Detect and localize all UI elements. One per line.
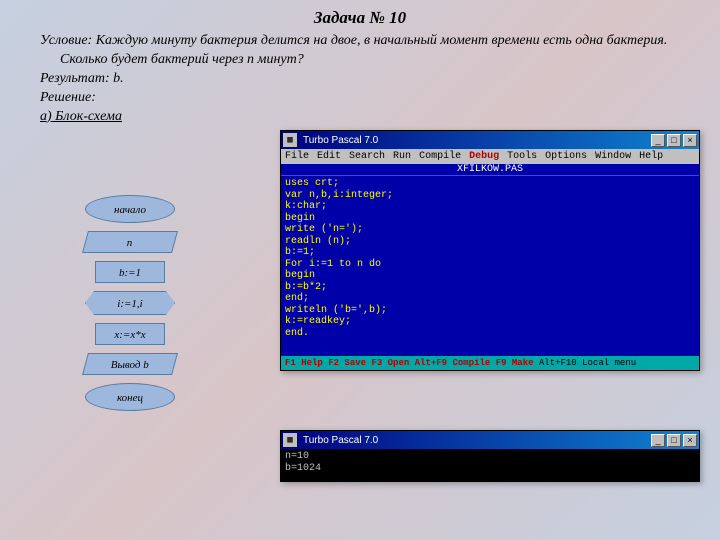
menu-search[interactable]: Search [349, 151, 385, 162]
flow-start: начало [85, 195, 175, 223]
status-local: Alt+F10 Local menu [539, 358, 636, 368]
app-icon: ▦ [283, 133, 297, 147]
flow-input: n [82, 231, 178, 253]
page-title: Задача № 10 [0, 0, 720, 32]
output-titlebar[interactable]: ▦ Turbo Pascal 7.0 _ □ × [281, 431, 699, 449]
status-make: F9 Make [496, 358, 534, 368]
statusbar: F1 Help F2 Save F3 Open Alt+F9 Compile F… [281, 356, 699, 370]
status-open: F3 Open [371, 358, 409, 368]
menu-compile[interactable]: Compile [419, 151, 461, 162]
output-window: ▦ Turbo Pascal 7.0 _ □ × n=10 b=1024 [280, 430, 700, 482]
menu-edit[interactable]: Edit [317, 151, 341, 162]
menu-file[interactable]: File [285, 151, 309, 162]
flowchart: начало n b:=1 i:=1,i x:=x*x Вывод b коне… [40, 195, 220, 419]
flow-output: Вывод b [82, 353, 178, 375]
close-button[interactable]: × [683, 434, 697, 447]
status-help: F1 Help [285, 358, 323, 368]
menu-debug[interactable]: Debug [469, 151, 499, 162]
titlebar-text: Turbo Pascal 7.0 [299, 135, 649, 146]
app-icon: ▦ [283, 433, 297, 447]
maximize-button[interactable]: □ [667, 134, 681, 147]
close-button[interactable]: × [683, 134, 697, 147]
flow-end: конец [85, 383, 175, 411]
status-save: F2 Save [328, 358, 366, 368]
status-compile: Alt+F9 Compile [415, 358, 491, 368]
output-titlebar-text: Turbo Pascal 7.0 [299, 435, 649, 446]
menu-run[interactable]: Run [393, 151, 411, 162]
flowchart-label: а) Блок-схема [40, 108, 700, 127]
output-body: n=10 b=1024 [281, 449, 699, 481]
menu-help[interactable]: Help [639, 151, 663, 162]
minimize-button[interactable]: _ [651, 134, 665, 147]
flow-calc: x:=x*x [95, 323, 165, 345]
menu-tools[interactable]: Tools [507, 151, 537, 162]
flow-loop: i:=1,i [85, 291, 175, 315]
maximize-button[interactable]: □ [667, 434, 681, 447]
menu-window[interactable]: Window [595, 151, 631, 162]
titlebar[interactable]: ▦ Turbo Pascal 7.0 _ □ × [281, 131, 699, 149]
condition-label: Условие: [40, 33, 92, 48]
menubar: File Edit Search Run Compile Debug Tools… [281, 149, 699, 164]
code-editor[interactable]: uses crt; var n,b,i:integer; k:char; beg… [281, 176, 699, 356]
flow-init: b:=1 [95, 261, 165, 283]
editor-filename: XFILKOW.PAS [281, 164, 699, 176]
minimize-button[interactable]: _ [651, 434, 665, 447]
solution-line: Решение: [40, 89, 700, 108]
menu-options[interactable]: Options [545, 151, 587, 162]
problem-text: Условие: Каждую минуту бактерия делится … [0, 32, 720, 126]
result-line: Результат: b. [40, 70, 700, 89]
condition-text: Каждую минуту бактерия делится на двое, … [60, 33, 667, 67]
ide-main-window: ▦ Turbo Pascal 7.0 _ □ × File Edit Searc… [280, 130, 700, 371]
condition-line: Условие: Каждую минуту бактерия делится … [40, 32, 700, 70]
